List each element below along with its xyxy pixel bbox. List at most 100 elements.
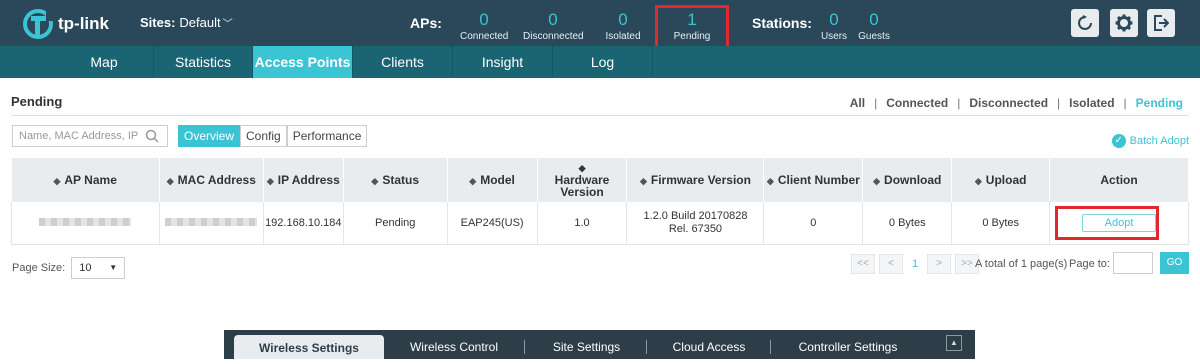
column-label: IP Address (277, 173, 340, 187)
column-label: Hardware Version (554, 172, 610, 199)
filter-disconnected[interactable]: Disconnected (969, 96, 1048, 110)
redacted-ap-name (39, 217, 132, 226)
stat-label: Users (820, 31, 848, 42)
site-selector[interactable]: Sites: Default ﹀ (140, 15, 233, 30)
main-nav: Map Statistics Access Points Clients Ins… (0, 46, 1200, 78)
ap-name-cell (11, 202, 160, 245)
refresh-icon (1078, 15, 1092, 30)
pager: << < 1 > >> (851, 254, 979, 274)
stat-label: Guests (858, 31, 890, 42)
prev-page-button[interactable]: < (879, 254, 903, 274)
page-size-control: Page Size: 10 ▼ (12, 257, 126, 279)
upload-cell: 0 Bytes (951, 202, 1051, 245)
col-client-number[interactable]: ◆ Client Number (763, 158, 864, 202)
collapse-icon[interactable]: ▲ (946, 335, 962, 351)
top-bar: tp-link Sites: Default ﹀ APs: 0 Connected … (0, 0, 1200, 46)
model-cell: EAP245(US) (447, 202, 538, 245)
batch-adopt-label: Batch Adopt (1129, 135, 1189, 147)
col-ip-address[interactable]: ◆ IP Address (263, 158, 344, 202)
next-page-button[interactable]: > (927, 254, 951, 274)
brand-name: tp-link (58, 14, 109, 33)
divider (11, 115, 1189, 116)
table-row[interactable]: 192.168.10.184 Pending EAP245(US) 1.0 1.… (11, 202, 1189, 245)
column-label: Model (480, 173, 515, 187)
page-title: Pending (11, 94, 63, 109)
nav-log[interactable]: Log (553, 46, 653, 78)
search-placeholder: Name, MAC Address, IP (19, 130, 139, 142)
sort-icon: ◆ (974, 176, 982, 186)
logout-button[interactable] (1147, 9, 1175, 37)
col-ap-name[interactable]: ◆ AP Name (11, 158, 160, 202)
client-number-cell: 0 (763, 202, 864, 245)
col-model[interactable]: ◆ Model (447, 158, 538, 202)
separator (646, 340, 647, 354)
sort-icon: ◆ (166, 176, 174, 186)
bottom-cloud-access[interactable]: Cloud Access (654, 330, 764, 359)
tp-link-logo[interactable]: tp-link (22, 9, 112, 39)
filter-connected[interactable]: Connected (886, 96, 948, 110)
page-size-label: Page Size: (12, 262, 66, 274)
tab-performance[interactable]: Performance (286, 125, 368, 147)
aps-disconnected-stat[interactable]: 0 Disconnected (523, 10, 584, 42)
firmware-text: 1.2.0 Build 20170828 Rel. 67350 (643, 209, 748, 235)
bottom-wireless-settings[interactable]: Wireless Settings (234, 335, 384, 359)
search-icon[interactable] (145, 129, 159, 143)
page-total: A total of 1 page(s) (975, 258, 1068, 270)
status-filter: All | Connected | Disconnected | Isolated | Pend… (849, 96, 1183, 110)
table-header-row: ◆ AP Name ◆ MAC Address ◆ IP Address ◆ Statu… (11, 158, 1189, 202)
filter-isolated[interactable]: Isolated (1069, 96, 1114, 110)
tp-link-logo-icon (23, 9, 54, 39)
stat-value: 0 (479, 10, 489, 29)
col-download[interactable]: ◆ Download (862, 158, 953, 202)
tab-overview[interactable]: Overview (178, 125, 241, 147)
logout-icon (1154, 15, 1169, 31)
chevron-down-icon: ﹀ (222, 19, 233, 30)
aps-connected-stat[interactable]: 0 Connected (460, 10, 508, 42)
first-page-button[interactable]: << (851, 254, 875, 274)
stat-value: 0 (869, 10, 879, 29)
filter-pending[interactable]: Pending (1136, 96, 1183, 110)
tab-config[interactable]: Config (240, 125, 287, 147)
page-size-value: 10 (79, 262, 92, 274)
page-to-input[interactable] (1113, 252, 1153, 274)
settings-button[interactable] (1110, 9, 1138, 37)
chevron-down-icon: ▼ (109, 263, 118, 272)
stations-guests-stat[interactable]: 0 Guests (857, 10, 891, 42)
col-mac-address[interactable]: ◆ MAC Address (159, 158, 264, 202)
separator (770, 340, 771, 354)
column-label: Status (382, 173, 420, 187)
col-status[interactable]: ◆ Status (343, 158, 448, 202)
gear-icon (1115, 14, 1133, 32)
status-cell: Pending (343, 202, 448, 245)
column-label: Firmware Version (650, 173, 751, 187)
column-label: Upload (985, 173, 1027, 187)
filter-all[interactable]: All (850, 96, 865, 110)
sort-icon: ◆ (766, 176, 774, 186)
bottom-wireless-control[interactable]: Wireless Control (394, 330, 514, 359)
stations-users-stat[interactable]: 0 Users (819, 10, 849, 42)
search-input[interactable]: Name, MAC Address, IP (12, 125, 168, 147)
batch-adopt-button[interactable]: ✓ Batch Adopt (1111, 134, 1189, 148)
refresh-button[interactable] (1071, 9, 1099, 37)
column-label: MAC Address (177, 173, 256, 187)
go-button[interactable]: GO (1160, 252, 1189, 274)
col-upload[interactable]: ◆ Upload (951, 158, 1051, 202)
page-size-select[interactable]: 10 ▼ (71, 257, 126, 279)
nav-insight[interactable]: Insight (453, 46, 553, 78)
aps-isolated-stat[interactable]: 0 Isolated (602, 10, 644, 42)
check-circle-icon: ✓ (1111, 134, 1126, 148)
sort-icon: ◆ (578, 162, 586, 173)
col-firmware-version[interactable]: ◆ Firmware Version (626, 158, 765, 202)
aps-label: APs: (410, 15, 442, 31)
bottom-controller-settings[interactable]: Controller Settings (780, 330, 916, 359)
view-tabs: Overview Config Performance (178, 125, 368, 147)
col-hardware-version[interactable]: ◆ Hardware Version (537, 158, 628, 202)
nav-map[interactable]: Map (55, 46, 154, 78)
nav-statistics[interactable]: Statistics (154, 46, 253, 78)
ip-address-cell: 192.168.10.184 (263, 202, 344, 245)
nav-clients[interactable]: Clients (353, 46, 453, 78)
download-cell: 0 Bytes (862, 202, 953, 245)
current-page[interactable]: 1 (907, 258, 923, 270)
bottom-site-settings[interactable]: Site Settings (534, 330, 639, 359)
nav-access-points[interactable]: Access Points (253, 46, 353, 78)
